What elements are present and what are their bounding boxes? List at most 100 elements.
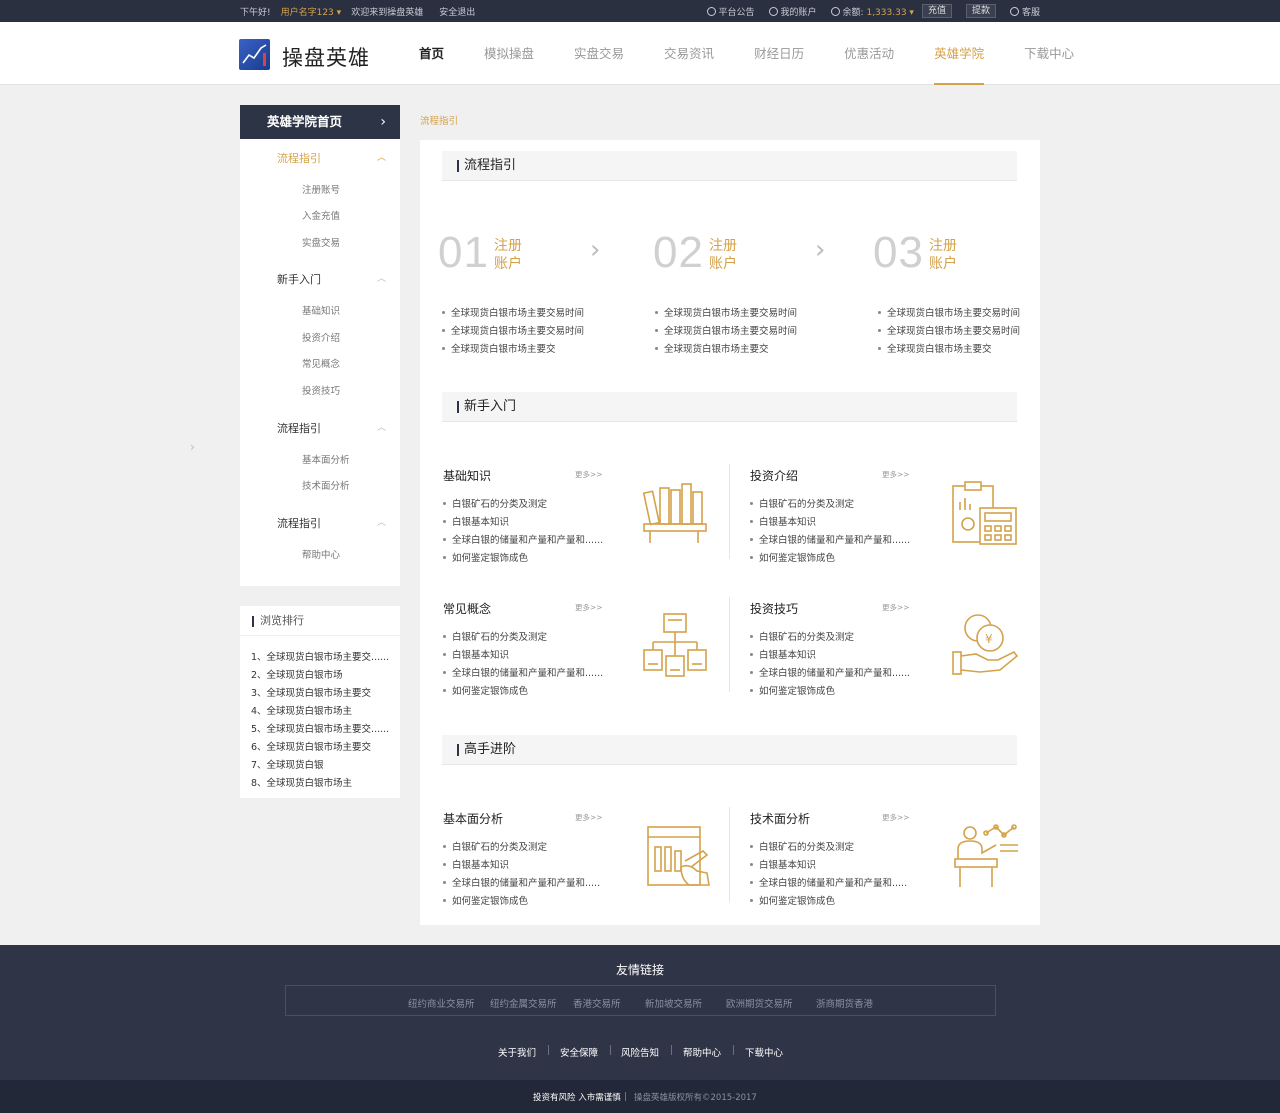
card-title-tips[interactable]: 投资技巧 bbox=[750, 600, 798, 617]
more-link[interactable]: 更多>> bbox=[575, 469, 603, 480]
footer-link[interactable]: 欧洲期货交易所 bbox=[726, 996, 793, 1010]
card-bullet[interactable]: 白银矿石的分类及测定 bbox=[750, 629, 854, 643]
chevron-up-icon[interactable]: ︿ bbox=[377, 420, 386, 433]
chevron-right-icon[interactable]: › bbox=[190, 440, 195, 454]
footer-link[interactable]: 浙商期货香港 bbox=[816, 996, 873, 1010]
footer-nav-help[interactable]: 帮助中心 bbox=[683, 1045, 721, 1059]
sidebar-group-process-2[interactable]: 流程指引 bbox=[277, 420, 321, 436]
ranking-item[interactable]: 7、全球现货白银 bbox=[251, 757, 324, 771]
sidebar-item-deposit[interactable]: 入金充值 bbox=[302, 208, 340, 222]
ranking-item[interactable]: 6、全球现货白银市场主要交 bbox=[251, 739, 371, 753]
card-bullet[interactable]: 如何鉴定银饰成色 bbox=[443, 683, 528, 697]
card-bullet[interactable]: 全球白银的储量和产量和产量和...... bbox=[750, 665, 910, 679]
footer-link[interactable]: 新加坡交易所 bbox=[645, 996, 702, 1010]
chevron-up-icon[interactable]: ︿ bbox=[377, 515, 386, 528]
card-bullet[interactable]: 白银基本知识 bbox=[750, 647, 816, 661]
card-bullet[interactable]: 如何鉴定银饰成色 bbox=[750, 893, 835, 907]
card-bullet[interactable]: 全球白银的储量和产量和产量和...... bbox=[443, 665, 603, 679]
sidebar-item-live-trading[interactable]: 实盘交易 bbox=[302, 235, 340, 249]
sidebar-item-concepts[interactable]: 常见概念 bbox=[302, 356, 340, 370]
ranking-item[interactable]: 8、全球现货白银市场主 bbox=[251, 775, 352, 789]
more-link[interactable]: 更多>> bbox=[882, 812, 910, 823]
nav-finance-calendar[interactable]: 财经日历 bbox=[739, 22, 819, 85]
card-bullet[interactable]: 白银基本知识 bbox=[443, 857, 509, 871]
sidebar-item-investment-intro[interactable]: 投资介绍 bbox=[302, 330, 340, 344]
nav-promotions[interactable]: 优惠活动 bbox=[829, 22, 909, 85]
card-bullet[interactable]: 白银矿石的分类及测定 bbox=[750, 496, 854, 510]
ranking-item[interactable]: 1、全球现货白银市场主要交...... bbox=[251, 649, 389, 663]
chevron-up-icon[interactable]: ︿ bbox=[377, 150, 386, 163]
nav-home[interactable]: 首页 bbox=[404, 22, 459, 85]
sidebar-group-process[interactable]: 流程指引 bbox=[277, 150, 321, 166]
sidebar-item-basics[interactable]: 基础知识 bbox=[302, 303, 340, 317]
card-title-technical[interactable]: 技术面分析 bbox=[750, 810, 810, 827]
card-bullet[interactable]: 全球白银的储量和产量和产量和..... bbox=[443, 875, 600, 889]
breadcrumb[interactable]: 流程指引 bbox=[420, 113, 458, 127]
card-bullet[interactable]: 白银基本知识 bbox=[443, 514, 509, 528]
card-bullet[interactable]: 全球白银的储量和产量和产量和...... bbox=[750, 532, 910, 546]
main-nav: 首页 模拟操盘 实盘交易 交易资讯 财经日历 优惠活动 英雄学院 下载中心 bbox=[404, 22, 1099, 85]
card-bullet[interactable]: 白银基本知识 bbox=[443, 647, 509, 661]
card-bullet[interactable]: 全球白银的储量和产量和产量和...... bbox=[443, 532, 603, 546]
card-bullet[interactable]: 白银矿石的分类及测定 bbox=[443, 496, 547, 510]
username-dropdown[interactable]: 用户名字123 ▾ bbox=[281, 5, 342, 18]
card-bullet[interactable]: 白银矿石的分类及测定 bbox=[443, 629, 547, 643]
card-bullet[interactable]: 白银基本知识 bbox=[750, 857, 816, 871]
card-bullet[interactable]: 如何鉴定银饰成色 bbox=[750, 683, 835, 697]
card-bullet[interactable]: 白银矿石的分类及测定 bbox=[443, 839, 547, 853]
nav-live-trading[interactable]: 实盘交易 bbox=[559, 22, 639, 85]
footer-link[interactable]: 香港交易所 bbox=[573, 996, 621, 1010]
nav-hero-academy[interactable]: 英雄学院 bbox=[919, 22, 999, 85]
nav-simulated-trading[interactable]: 模拟操盘 bbox=[469, 22, 549, 85]
logo-icon[interactable] bbox=[239, 39, 270, 70]
card-bullet[interactable]: 白银矿石的分类及测定 bbox=[750, 839, 854, 853]
card-bullet[interactable]: 全球白银的储量和产量和产量和..... bbox=[750, 875, 907, 889]
footer-link[interactable]: 纽约金属交易所 bbox=[490, 996, 557, 1010]
books-icon bbox=[642, 483, 707, 543]
card-bullet[interactable]: 如何鉴定银饰成色 bbox=[750, 550, 835, 564]
ranking-item[interactable]: 2、全球现货白银市场 bbox=[251, 667, 343, 681]
sidebar-item-technical[interactable]: 技术面分析 bbox=[302, 478, 350, 492]
announcement-link[interactable]: 平台公告 bbox=[706, 5, 755, 18]
sidebar-item-register[interactable]: 注册账号 bbox=[302, 182, 340, 196]
card-title-investment-intro[interactable]: 投资介绍 bbox=[750, 467, 798, 484]
service-link[interactable]: 客服 bbox=[1009, 5, 1040, 18]
logout-link[interactable]: 安全退出 bbox=[439, 5, 475, 18]
chevron-up-icon[interactable]: ︿ bbox=[377, 271, 386, 284]
sidebar-item-fundamental[interactable]: 基本面分析 bbox=[302, 452, 350, 466]
divider bbox=[610, 1045, 611, 1055]
sidebar-home-button[interactable]: 英雄学院首页 › bbox=[240, 105, 400, 139]
ranking-title: 浏览排行 bbox=[240, 606, 400, 636]
more-link[interactable]: 更多>> bbox=[882, 602, 910, 613]
logo-text[interactable]: 操盘英雄 bbox=[282, 42, 370, 72]
card-title-concepts[interactable]: 常见概念 bbox=[443, 600, 491, 617]
more-link[interactable]: 更多>> bbox=[575, 812, 603, 823]
sidebar-group-process-3[interactable]: 流程指引 bbox=[277, 515, 321, 531]
withdraw-button[interactable]: 提款 bbox=[965, 4, 996, 18]
card-bullet[interactable]: 如何鉴定银饰成色 bbox=[443, 893, 528, 907]
footer-nav-download[interactable]: 下载中心 bbox=[745, 1045, 783, 1059]
footer-nav-security[interactable]: 安全保障 bbox=[560, 1045, 598, 1059]
nav-download-center[interactable]: 下载中心 bbox=[1009, 22, 1089, 85]
sidebar-group-beginner[interactable]: 新手入门 bbox=[277, 271, 321, 287]
sidebar-item-tips[interactable]: 投资技巧 bbox=[302, 383, 340, 397]
nav-trading-news[interactable]: 交易资讯 bbox=[649, 22, 729, 85]
sidebar-item-help[interactable]: 帮助中心 bbox=[302, 547, 340, 561]
card-bullet[interactable]: 如何鉴定银饰成色 bbox=[443, 550, 528, 564]
caret-down-icon[interactable]: ▾ bbox=[909, 8, 914, 18]
recharge-button[interactable]: 充值 bbox=[921, 4, 952, 18]
footer-nav-about[interactable]: 关于我们 bbox=[498, 1045, 536, 1059]
my-account-link[interactable]: 我的账户 bbox=[768, 5, 817, 18]
ranking-item[interactable]: 5、全球现货白银市场主要交...... bbox=[251, 721, 389, 735]
friendly-links: 纽约商业交易所 纽约金属交易所 香港交易所 新加坡交易所 欧洲期货交易所 浙商期… bbox=[285, 985, 996, 1016]
card-title-fundamental[interactable]: 基本面分析 bbox=[443, 810, 503, 827]
footer-link[interactable]: 纽约商业交易所 bbox=[408, 996, 475, 1010]
card-title-basics[interactable]: 基础知识 bbox=[443, 467, 491, 484]
more-link[interactable]: 更多>> bbox=[882, 469, 910, 480]
ranking-item[interactable]: 3、全球现货白银市场主要交 bbox=[251, 685, 371, 699]
clipboard-calculator-icon bbox=[952, 481, 1017, 545]
card-bullet[interactable]: 白银基本知识 bbox=[750, 514, 816, 528]
footer-nav-risk[interactable]: 风险告知 bbox=[621, 1045, 659, 1059]
more-link[interactable]: 更多>> bbox=[575, 602, 603, 613]
ranking-item[interactable]: 4、全球现货白银市场主 bbox=[251, 703, 352, 717]
